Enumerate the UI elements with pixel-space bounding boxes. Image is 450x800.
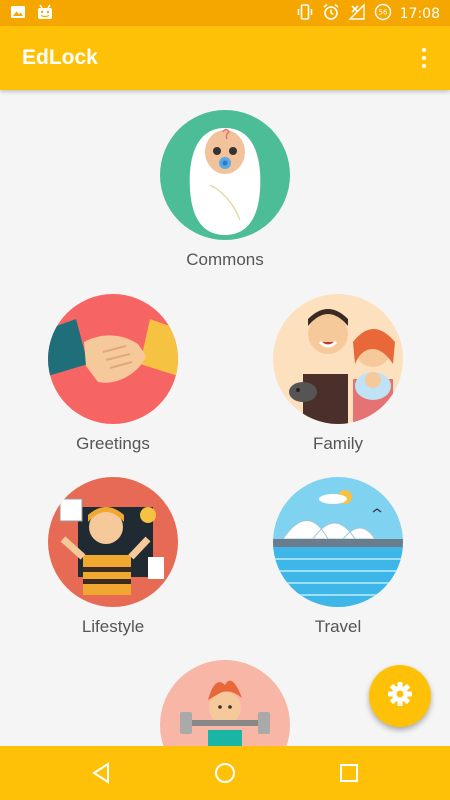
battery-level-text: 56 [378, 9, 387, 17]
home-icon[interactable] [212, 760, 238, 786]
handshake-icon [48, 294, 178, 424]
category-commons[interactable]: Commons [145, 110, 305, 270]
recents-icon[interactable] [336, 760, 362, 786]
battery-saver-icon: 56 [374, 3, 392, 25]
category-family[interactable]: Family [258, 294, 418, 454]
lifestyle-icon [48, 477, 178, 607]
android-icon [36, 4, 54, 24]
category-lifestyle[interactable]: Lifestyle [33, 477, 193, 637]
no-signal-icon [347, 3, 366, 25]
back-icon[interactable] [88, 760, 114, 786]
category-label: Commons [186, 250, 264, 269]
sydney-opera-icon [273, 477, 403, 607]
category-label: Lifestyle [81, 617, 145, 636]
more-vert-icon[interactable] [412, 46, 436, 70]
alarm-icon [322, 3, 340, 25]
clock-text: 17:08 [399, 6, 440, 22]
category-label: Greetings [76, 434, 150, 453]
settings-gear-icon [387, 681, 413, 711]
image-icon [10, 4, 26, 24]
category-fitness[interactable] [145, 660, 305, 746]
settings-button[interactable] [369, 665, 431, 727]
vibrate-icon [296, 3, 314, 25]
family-icon [273, 294, 403, 424]
category-label: Family [312, 434, 364, 453]
app-bar: EdLock [0, 26, 450, 90]
category-grid: Commons Greetings Family Lifestyle Trave… [0, 90, 450, 746]
status-bar: 56 17:08 [0, 0, 450, 26]
category-label: Travel [314, 617, 362, 636]
category-greetings[interactable]: Greetings [33, 294, 193, 454]
app-title: EdLock [22, 46, 98, 69]
fitness-icon [160, 660, 290, 746]
baby-icon [160, 110, 290, 240]
system-nav-bar [0, 746, 450, 800]
category-travel[interactable]: Travel [258, 477, 418, 637]
